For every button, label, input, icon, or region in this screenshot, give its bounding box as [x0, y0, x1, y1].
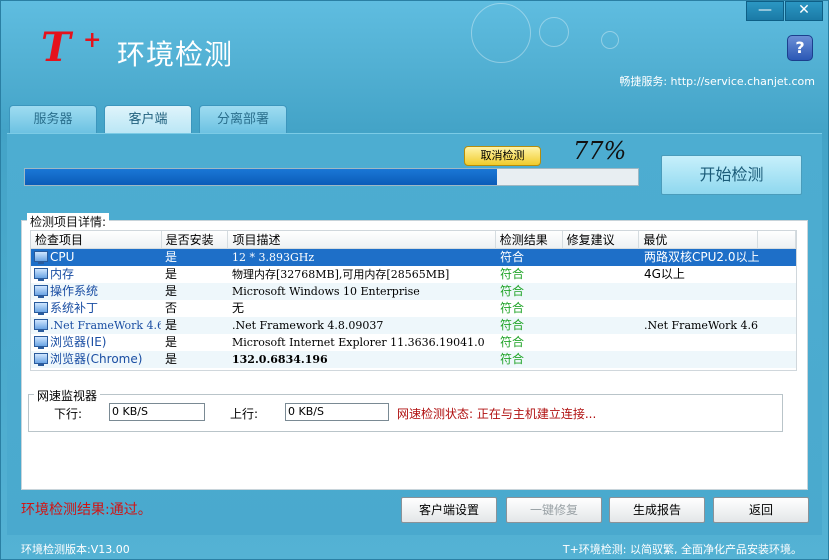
slogan-text: T+环境检测: 以简驭繁, 全面净化产品安装环境。: [562, 543, 802, 556]
result-cell: 符合: [500, 267, 525, 281]
fix-cell: [564, 351, 641, 368]
progress-fill: [25, 169, 497, 185]
item-name: CPU: [50, 250, 75, 264]
tab-server[interactable]: 服务器: [9, 105, 97, 133]
cancel-check-button[interactable]: 取消检测: [464, 146, 541, 166]
tab-client[interactable]: 客户端: [104, 105, 192, 134]
table-row[interactable]: 操作系统 是 Microsoft Windows 10 Enterprise 符…: [31, 283, 796, 300]
fix-cell: [564, 300, 641, 317]
installed-cell: 是: [165, 250, 178, 264]
computer-icon: [34, 268, 48, 281]
item-name: .Net FrameWork 4.6.1: [50, 319, 161, 332]
best-cell: 4G以上: [644, 267, 685, 281]
service-link[interactable]: 畅捷服务: http://service.chanjet.com: [619, 73, 815, 89]
generate-report-button[interactable]: 生成报告: [609, 497, 705, 523]
computer-icon: [34, 251, 48, 264]
computer-icon: [34, 319, 48, 332]
client-settings-button[interactable]: 客户端设置: [401, 497, 497, 523]
logo-letter: T: [41, 24, 71, 71]
upload-label: 上行:: [230, 407, 259, 421]
table-row[interactable]: 浏览器(IE) 是 Microsoft Internet Explorer 11…: [31, 334, 796, 351]
result-cell: 符合: [500, 335, 525, 349]
table-row[interactable]: 系统补丁 否 无 符合: [31, 300, 796, 317]
table-row[interactable]: .Net FrameWork 4.6.1 是 .Net Framework 4.…: [31, 317, 796, 334]
check-result-text: 环境检测结果:通过。: [21, 502, 152, 518]
app-title: 环境检测: [117, 38, 234, 71]
computer-icon: [34, 336, 48, 349]
details-table[interactable]: 检查项目 是否安装 项目描述 检测结果 修复建议 最优 CPU 是 12 * 3…: [30, 230, 797, 371]
table-header: 检查项目 是否安装 项目描述 检测结果 修复建议 最优: [31, 231, 796, 249]
desc-cell: 132.0.6834.196: [232, 353, 328, 366]
result-cell: 符合: [500, 318, 525, 332]
item-name: 浏览器(Chrome): [50, 352, 143, 366]
column-header[interactable]: 检测结果: [496, 231, 563, 249]
item-name: 内存: [50, 267, 75, 281]
dandelion-decoration: [471, 3, 531, 63]
logo-plus: +: [83, 27, 102, 53]
progress-bar: [24, 168, 639, 186]
fix-cell: [564, 283, 641, 300]
fix-cell: [564, 266, 641, 283]
back-button[interactable]: 返回: [713, 497, 809, 523]
dandelion-decoration: [539, 17, 569, 47]
help-icon[interactable]: ?: [787, 35, 813, 61]
result-cell: 符合: [500, 301, 525, 315]
minimize-button[interactable]: —: [746, 1, 784, 21]
best-cell: [641, 334, 760, 351]
desc-cell: 物理内存[32768MB],可用内存[28565MB]: [232, 268, 450, 281]
network-monitor-title: 网速监视器: [34, 387, 101, 404]
item-name: 浏览器(IE): [50, 335, 107, 349]
best-cell: [641, 300, 760, 317]
dandelion-decoration: [601, 31, 619, 49]
item-name: 操作系统: [50, 284, 99, 298]
desc-cell: Microsoft Windows 10 Enterprise: [232, 285, 420, 298]
desc-cell: .Net Framework 4.8.09037: [232, 319, 384, 332]
column-header[interactable]: 修复建议: [563, 231, 640, 249]
computer-icon: [34, 302, 48, 315]
desc-cell: 无: [232, 301, 245, 315]
fix-cell: [564, 249, 641, 266]
upload-speed-field: 0 KB/S: [285, 403, 389, 421]
installed-cell: 是: [165, 352, 178, 366]
tab-separate-deploy[interactable]: 分离部署: [199, 105, 287, 133]
computer-icon: [34, 285, 48, 298]
desc-cell: 12 * 3.893GHz: [232, 251, 315, 264]
column-header[interactable]: 项目描述: [228, 231, 496, 249]
app-window: — ✕ T + 环境检测 ? 畅捷服务: http://service.chan…: [0, 0, 829, 560]
best-cell: .Net FrameWork 4.6.1: [644, 319, 760, 332]
download-speed-field: 0 KB/S: [109, 403, 205, 421]
installed-cell: 是: [165, 335, 178, 349]
one-key-fix-button[interactable]: 一键修复: [506, 497, 602, 523]
installed-cell: 是: [165, 318, 178, 332]
progress-percent: 77%: [573, 137, 627, 165]
best-cell: 两路双核CPU2.0以上: [644, 250, 760, 264]
download-label: 下行:: [54, 407, 83, 421]
table-row[interactable]: 浏览器(Chrome) 是 132.0.6834.196 符合: [31, 351, 796, 368]
best-cell: [641, 283, 760, 300]
installed-cell: 否: [165, 301, 178, 315]
table-row[interactable]: CPU 是 12 * 3.893GHz 符合 两路双核CPU2.0以上: [31, 249, 796, 266]
column-header[interactable]: [758, 231, 796, 249]
item-name: 系统补丁: [50, 301, 99, 315]
close-button[interactable]: ✕: [785, 1, 823, 21]
column-header[interactable]: 检查项目: [31, 231, 162, 249]
result-cell: 符合: [500, 284, 525, 298]
fix-cell: [564, 317, 641, 334]
installed-cell: 是: [165, 267, 178, 281]
column-header[interactable]: 是否安装: [162, 231, 229, 249]
desc-cell: Microsoft Internet Explorer 11.3636.1904…: [232, 336, 485, 349]
network-status: 网速检测状态: 正在与主机建立连接...: [397, 407, 597, 421]
result-cell: 符合: [500, 352, 525, 366]
computer-icon: [34, 353, 48, 366]
result-cell: 符合: [500, 250, 525, 264]
installed-cell: 是: [165, 284, 178, 298]
fix-cell: [564, 334, 641, 351]
table-row[interactable]: 内存 是 物理内存[32768MB],可用内存[28565MB] 符合 4G以上: [31, 266, 796, 283]
best-cell: [641, 351, 760, 368]
details-group-title: 检测项目详情:: [27, 213, 110, 230]
column-header[interactable]: 最优: [639, 231, 759, 249]
app-logo: T +: [41, 27, 111, 69]
version-text: 环境检测版本:V13.00: [21, 543, 130, 556]
start-check-button[interactable]: 开始检测: [661, 155, 802, 195]
